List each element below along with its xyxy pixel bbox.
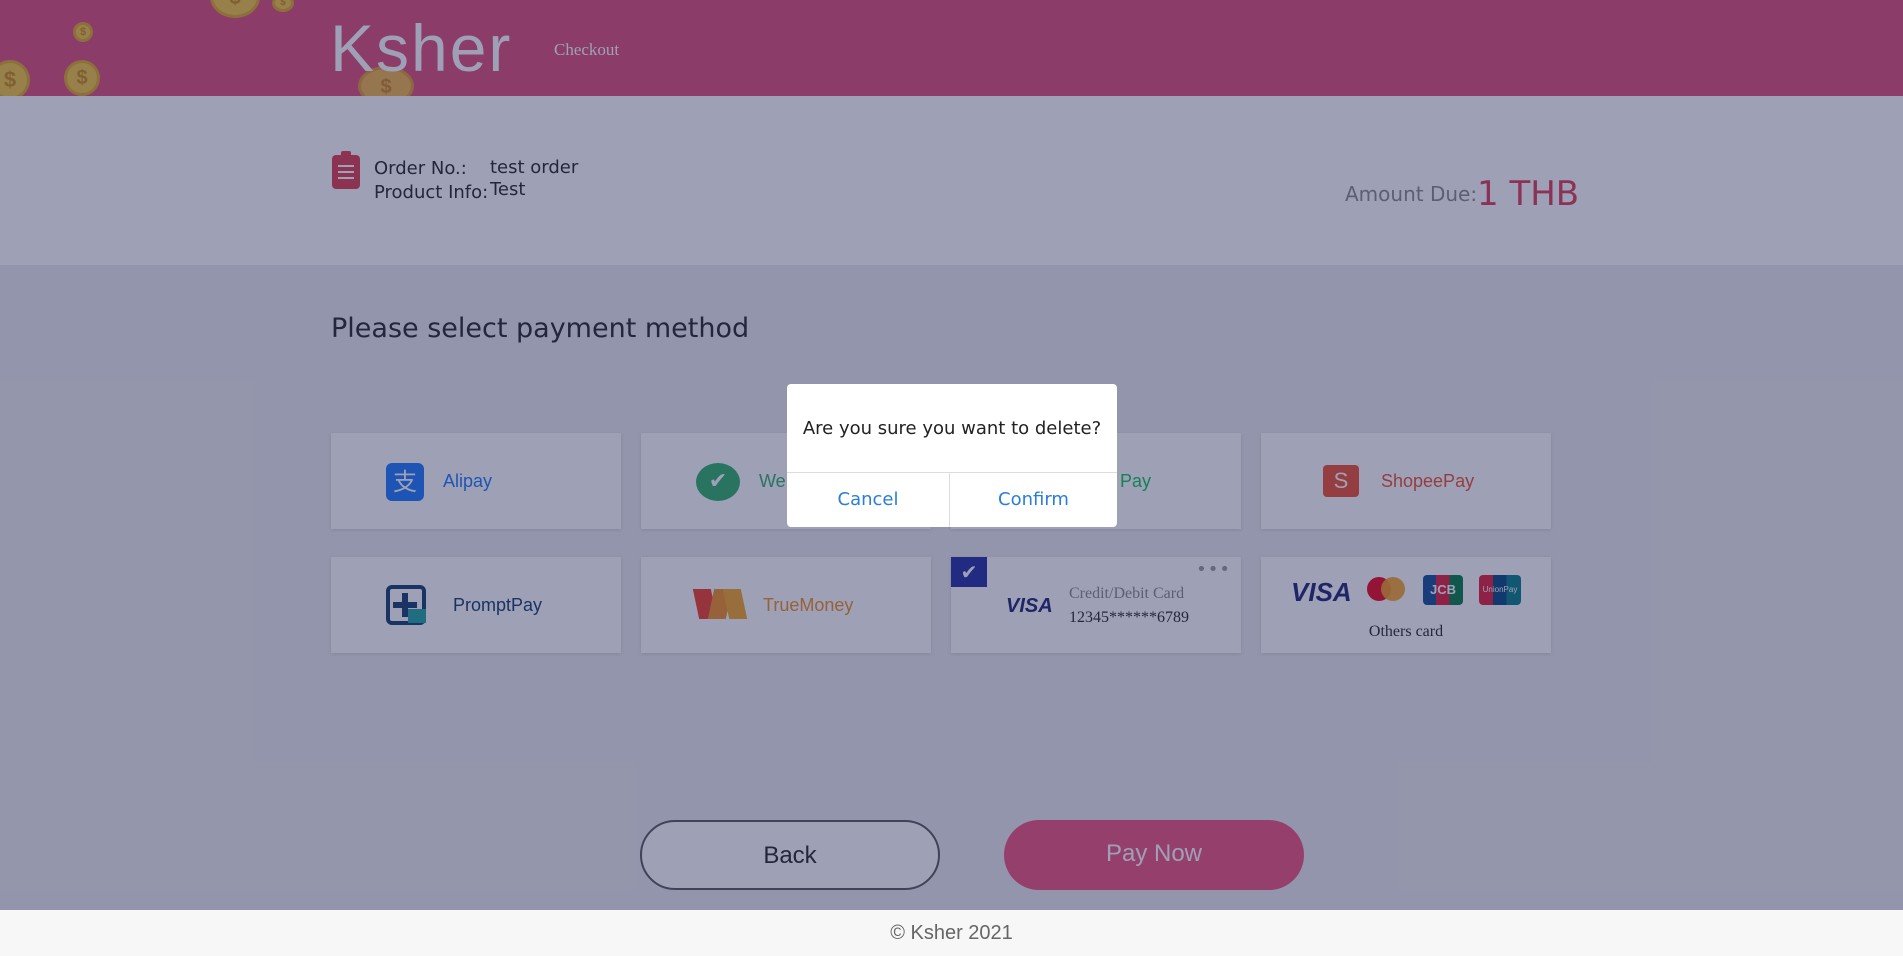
confirm-button[interactable]: Confirm — [950, 473, 1117, 527]
dialog-message: Are you sure you want to delete? — [802, 418, 1102, 439]
delete-confirm-dialog: Are you sure you want to delete? Cancel … — [787, 384, 1117, 527]
cancel-button[interactable]: Cancel — [787, 473, 949, 527]
footer-copyright: © Ksher 2021 — [0, 910, 1903, 956]
